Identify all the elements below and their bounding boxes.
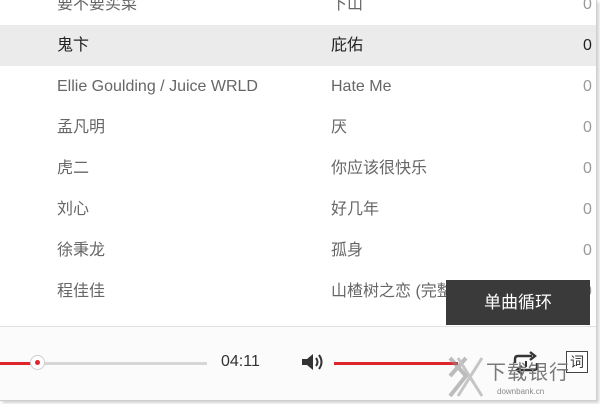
row-song: 你应该很快乐	[331, 160, 428, 177]
watermark-text: 下载银行	[486, 362, 570, 384]
row-duration: 0	[583, 160, 592, 177]
volume-slider[interactable]	[334, 362, 458, 365]
row-song: 厌	[331, 119, 348, 136]
row-artist: 鬼卞	[57, 37, 90, 54]
row-song: 孤身	[331, 242, 364, 259]
row-artist: 孟凡明	[57, 119, 106, 136]
row-duration: 0	[583, 119, 592, 136]
loop-mode-tooltip: 单曲循环	[446, 280, 590, 325]
row-duration: 0	[583, 242, 592, 259]
playlist-row[interactable]: 徐秉龙 孤身 0	[0, 230, 596, 271]
elapsed-time: 04:11	[221, 353, 260, 370]
row-duration: 0	[583, 201, 592, 218]
row-artist: 程佳佳	[57, 283, 106, 300]
row-duration: 0	[583, 78, 592, 95]
row-artist: 虎二	[57, 160, 90, 177]
progress-handle[interactable]	[29, 355, 45, 370]
row-duration: 0	[583, 37, 592, 54]
row-song: 庇佑	[331, 37, 364, 54]
playlist-row-playing[interactable]: 鬼卞 庇佑 0	[0, 25, 596, 66]
volume-icon[interactable]	[300, 351, 326, 373]
row-artist: 刘心	[57, 201, 90, 218]
watermark-subtext: downbank.cn	[497, 387, 545, 396]
row-song: Hate Me	[331, 78, 392, 95]
playlist-row[interactable]: 虎二 你应该很快乐 0	[0, 148, 596, 189]
row-artist: 徐秉龙	[57, 242, 106, 259]
playlist-row[interactable]: 刘心 好几年 0	[0, 189, 596, 230]
row-duration: 0	[583, 0, 592, 13]
playlist-row[interactable]: 要不要买菜 下山 0	[0, 0, 596, 25]
playlist: 要不要买菜 下山 0 鬼卞 庇佑 0 Ellie Goulding / Juic…	[0, 0, 596, 326]
row-song: 好几年	[331, 201, 380, 218]
volume-fill	[334, 362, 458, 365]
playlist-row[interactable]: Ellie Goulding / Juice WRLD Hate Me 0	[0, 66, 596, 107]
playlist-row[interactable]: 孟凡明 厌 0	[0, 107, 596, 148]
row-artist: 要不要买菜	[57, 0, 138, 13]
progress-bar[interactable]	[0, 355, 207, 370]
row-artist: Ellie Goulding / Juice WRLD	[57, 78, 258, 95]
row-song: 下山	[331, 0, 364, 13]
player-window: 要不要买菜 下山 0 鬼卞 庇佑 0 Ellie Goulding / Juic…	[0, 0, 597, 401]
